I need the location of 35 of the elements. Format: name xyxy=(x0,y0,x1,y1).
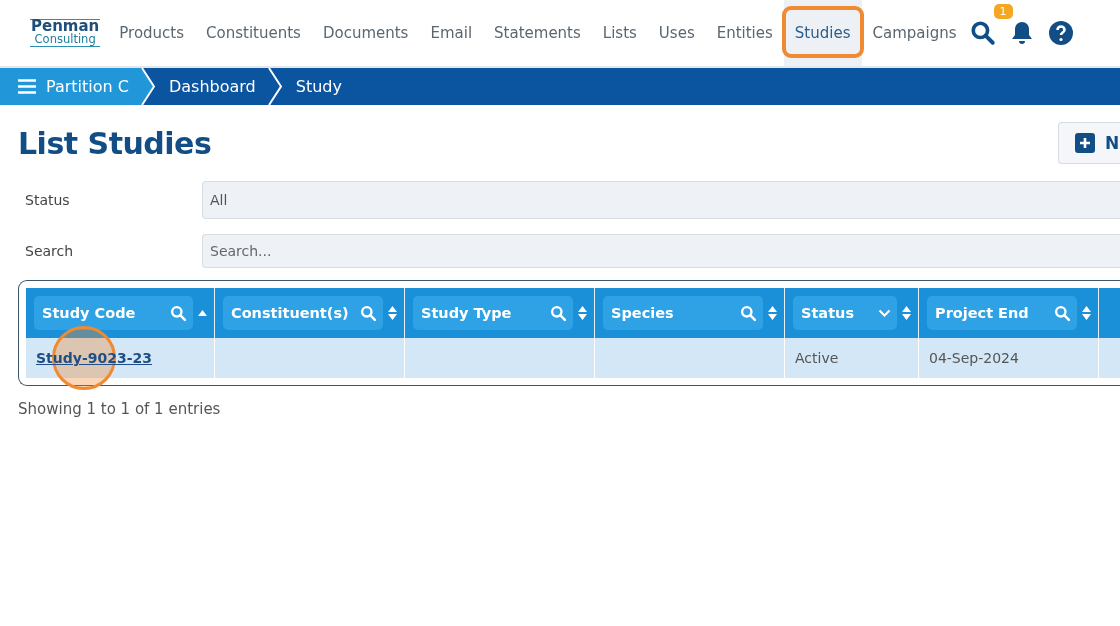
filter-label: Status xyxy=(24,192,71,208)
notification-badge: 1 xyxy=(993,4,1013,19)
new-button[interactable]: N xyxy=(1058,122,1120,164)
search-icon[interactable] xyxy=(969,20,996,46)
nav-item[interactable]: Products xyxy=(108,0,196,66)
breadcrumb-separator xyxy=(267,68,282,105)
help-icon[interactable] xyxy=(1047,20,1074,46)
nav-item[interactable]: Email xyxy=(419,0,484,66)
nav-item[interactable]: Campaigns xyxy=(861,0,968,66)
nav-item[interactable]: Studies xyxy=(783,0,862,66)
chevron-down-icon[interactable] xyxy=(878,308,891,318)
sort-icon[interactable] xyxy=(387,305,398,321)
table-cell: Active xyxy=(795,350,839,366)
menu-icon[interactable] xyxy=(18,79,36,94)
nav-item[interactable]: Uses xyxy=(647,0,706,66)
bell-icon[interactable] xyxy=(1009,20,1034,46)
sort-icon[interactable] xyxy=(1081,305,1092,321)
table-info: Showing 1 to 1 of 1 entries xyxy=(18,400,222,418)
page-title: List Studies xyxy=(18,125,212,161)
sort-ascending-icon[interactable] xyxy=(197,309,208,317)
nav-item[interactable]: Statements xyxy=(483,0,592,66)
logo[interactable]: Penman Consulting xyxy=(30,19,101,47)
table-cell: 04-Sep-2024 xyxy=(929,350,1019,366)
nav-item[interactable]: Documents xyxy=(311,0,420,66)
nav-item[interactable]: Entities xyxy=(705,0,784,66)
sort-icon[interactable] xyxy=(767,305,778,321)
nav-item[interactable]: Constituents xyxy=(195,0,312,66)
sort-icon[interactable] xyxy=(577,305,588,321)
sort-icon[interactable] xyxy=(901,305,912,321)
search-field[interactable]: Search... xyxy=(202,234,1120,268)
plus-icon xyxy=(1075,133,1095,153)
nav-item[interactable]: Lists xyxy=(591,0,648,66)
status-field[interactable]: All xyxy=(202,181,1120,219)
breadcrumb-separator xyxy=(140,68,155,105)
filter-label: Search xyxy=(24,243,75,259)
